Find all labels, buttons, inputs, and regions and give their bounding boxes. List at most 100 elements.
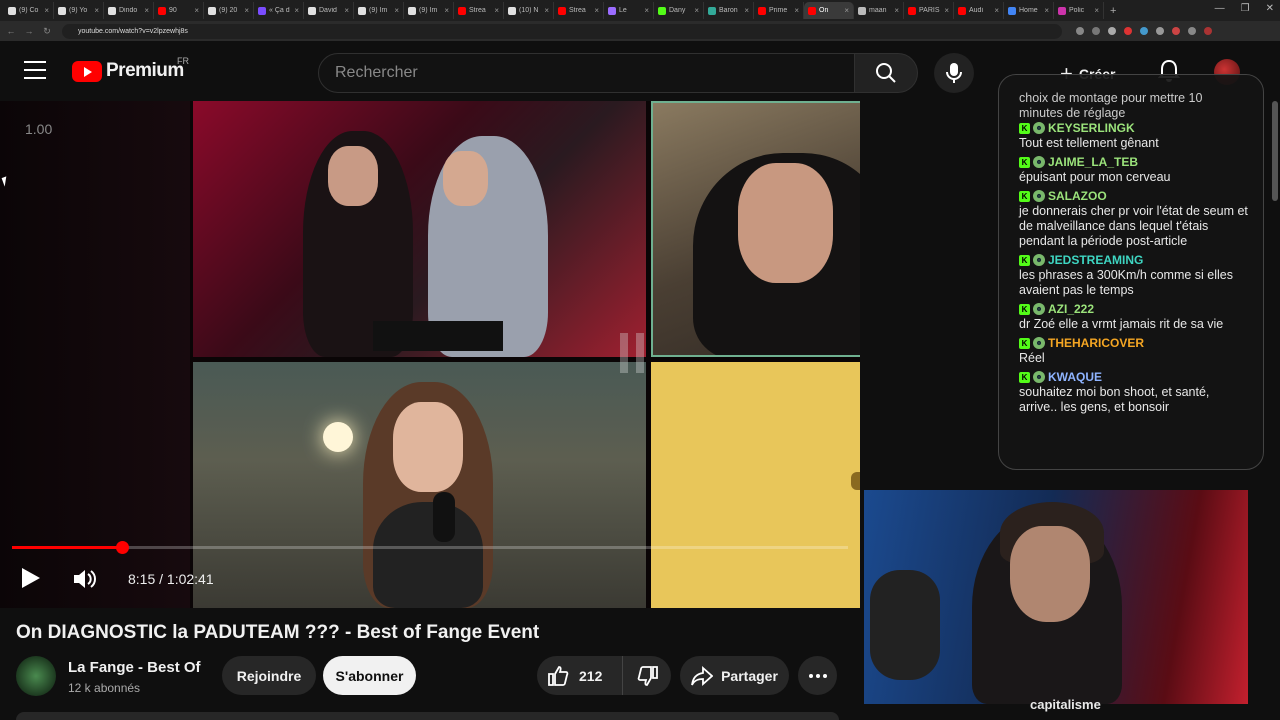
join-button[interactable]: Rejoindre (222, 656, 316, 695)
chat-username[interactable]: KWAQUE (1048, 370, 1102, 384)
browser-tab[interactable]: maan × (854, 2, 904, 19)
tab-close-icon[interactable]: × (844, 6, 849, 15)
browser-tab[interactable]: (10) N × (504, 2, 554, 19)
search-button[interactable] (854, 53, 918, 93)
tab-close-icon[interactable]: × (394, 6, 399, 15)
browser-tab[interactable]: (9) Im × (354, 2, 404, 19)
hamburger-menu-icon[interactable] (24, 61, 46, 79)
browser-tab[interactable]: Dany × (654, 2, 704, 19)
chat-username[interactable]: THEHARICOVER (1048, 336, 1144, 350)
subscribe-button[interactable]: S'abonner (323, 656, 416, 695)
browser-tab[interactable]: 90 × (154, 2, 204, 19)
chat-message: K ☻ KWAQUE souhaitez moi bon shoot, et sant… (1019, 370, 1249, 415)
tab-title: (9) Im (419, 7, 438, 14)
minimize-icon[interactable]: — (1215, 3, 1225, 14)
tab-close-icon[interactable]: × (794, 6, 799, 15)
share-page-icon[interactable] (1092, 27, 1100, 35)
browser-tab[interactable]: (9) Im × (404, 2, 454, 19)
browser-tab[interactable]: Prime × (754, 2, 804, 19)
progress-scrubber-handle[interactable] (115, 541, 129, 554)
extension-icon[interactable] (1172, 27, 1180, 35)
tab-close-icon[interactable]: × (144, 6, 149, 15)
description-box[interactable] (16, 712, 839, 720)
like-button[interactable]: 212 (537, 656, 623, 695)
voice-search-button[interactable] (934, 53, 974, 93)
back-icon[interactable]: ← (4, 26, 18, 36)
volume-icon[interactable] (72, 568, 96, 590)
browser-tab[interactable]: (9) Co × (4, 2, 54, 19)
share-button[interactable]: Partager (680, 656, 789, 695)
chat-username[interactable]: AZI_222 (1048, 302, 1094, 316)
tab-title: (9) Im (369, 7, 388, 14)
browser-tab[interactable]: « Ça d × (254, 2, 304, 19)
browser-tab[interactable]: David × (304, 2, 354, 19)
tab-close-icon[interactable]: × (544, 6, 549, 15)
browser-tab[interactable]: Le × (604, 2, 654, 19)
skull-badge-icon: ☻ (1033, 371, 1045, 383)
browser-tab[interactable]: Polic × (1054, 2, 1104, 19)
tab-favicon-icon (608, 6, 616, 15)
browser-tab[interactable]: PARIS × (904, 2, 954, 19)
channel-avatar[interactable] (16, 656, 56, 696)
like-count: 212 (579, 667, 603, 684)
extension-icon[interactable] (1124, 27, 1132, 35)
page-scrollbar[interactable] (1272, 101, 1278, 201)
play-icon[interactable] (22, 568, 40, 588)
tab-close-icon[interactable]: × (994, 6, 999, 15)
browser-tab[interactable]: On × (804, 2, 854, 19)
browser-tab[interactable]: Dindo × (104, 2, 154, 19)
webcam-caption: capitalisme (1030, 697, 1101, 712)
youtube-premium-logo[interactable]: Premium (72, 60, 184, 82)
more-actions-button[interactable] (798, 656, 837, 695)
extension-icon[interactable] (1156, 27, 1164, 35)
tab-close-icon[interactable]: × (894, 6, 899, 15)
tab-close-icon[interactable]: × (744, 6, 749, 15)
profile-icon[interactable] (1204, 27, 1212, 35)
tab-close-icon[interactable]: × (594, 6, 599, 15)
close-window-icon[interactable]: ✕ (1266, 3, 1274, 14)
chat-username[interactable]: SALAZOO (1048, 189, 1107, 203)
extensions-puzzle-icon[interactable] (1188, 27, 1196, 35)
tab-close-icon[interactable]: × (944, 6, 949, 15)
kick-badge-icon: K (1019, 337, 1030, 349)
zoom-icon[interactable] (1076, 27, 1084, 35)
url-field[interactable]: youtube.com/watch?v=v2lpzewhj8s (62, 23, 1062, 39)
tab-close-icon[interactable]: × (444, 6, 449, 15)
video-player[interactable]: 1.00 8:15 / 1:02:41 (0, 101, 860, 608)
subscriber-count: 12 k abonnés (68, 681, 141, 695)
extension-icon[interactable] (1140, 27, 1148, 35)
tab-close-icon[interactable]: × (294, 6, 299, 15)
chat-message-list: K ☻ KEYSERLINGK Tout est tellement gênant K ☻… (1019, 121, 1249, 415)
dislike-button[interactable] (625, 656, 671, 695)
chat-username[interactable]: JEDSTREAMING (1048, 253, 1143, 267)
chat-username-row: K ☻ THEHARICOVER (1019, 336, 1249, 350)
tab-close-icon[interactable]: × (1044, 6, 1049, 15)
progress-bar[interactable] (12, 541, 848, 554)
tab-close-icon[interactable]: × (244, 6, 249, 15)
logo-text: Premium (106, 60, 184, 81)
chat-username[interactable]: JAIME_LA_TEB (1048, 155, 1138, 169)
browser-tab[interactable]: (9) 20 × (204, 2, 254, 19)
tab-close-icon[interactable]: × (44, 6, 49, 15)
tab-close-icon[interactable]: × (1094, 6, 1099, 15)
tab-close-icon[interactable]: × (94, 6, 99, 15)
tab-close-icon[interactable]: × (344, 6, 349, 15)
browser-tab[interactable]: Strea × (454, 2, 504, 19)
chat-username[interactable]: KEYSERLINGK (1048, 121, 1135, 135)
browser-tab[interactable]: (9) Yo × (54, 2, 104, 19)
reload-icon[interactable]: ↻ (40, 26, 54, 37)
tab-close-icon[interactable]: × (644, 6, 649, 15)
search-input[interactable]: Rechercher (318, 53, 855, 93)
forward-icon[interactable]: → (22, 26, 36, 36)
new-tab-button[interactable]: + (1104, 5, 1122, 17)
tab-close-icon[interactable]: × (194, 6, 199, 15)
browser-tab[interactable]: Baron × (704, 2, 754, 19)
browser-tab[interactable]: Audi × (954, 2, 1004, 19)
bookmark-star-icon[interactable] (1108, 27, 1116, 35)
browser-tab[interactable]: Home × (1004, 2, 1054, 19)
channel-name[interactable]: La Fange - Best Of (68, 659, 201, 676)
tab-close-icon[interactable]: × (494, 6, 499, 15)
browser-tab[interactable]: Strea × (554, 2, 604, 19)
maximize-icon[interactable]: ❐ (1241, 3, 1250, 14)
tab-close-icon[interactable]: × (694, 6, 699, 15)
